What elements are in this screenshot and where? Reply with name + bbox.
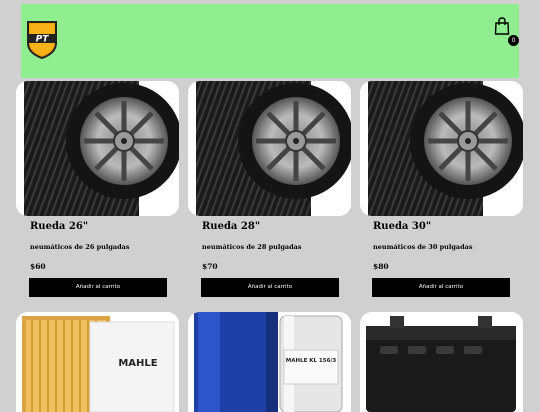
svg-text:MAHLE KL 156/3: MAHLE KL 156/3 xyxy=(286,358,337,364)
product-image-card[interactable]: MAHLE KL 156/3 xyxy=(188,312,351,412)
product-description: neumáticos de 28 pulgadas xyxy=(202,243,302,251)
shopping-bag-icon[interactable] xyxy=(494,17,510,35)
svg-text:MAHLE: MAHLE xyxy=(118,358,157,369)
product-description: neumáticos de 30 pulgadas xyxy=(373,243,473,251)
tire-image xyxy=(188,81,351,216)
product-price: $70 xyxy=(202,262,218,271)
fuel-filter-image: MAHLE KL 156/3 xyxy=(188,312,351,412)
product-name: Rueda 28" xyxy=(202,221,261,232)
add-to-cart-button[interactable]: Añadir al carrito xyxy=(201,278,339,297)
product-price: $60 xyxy=(30,262,46,271)
product-image-card[interactable] xyxy=(16,81,179,216)
cart-count-badge: 0 xyxy=(508,35,519,46)
site-header: PT 0 xyxy=(21,4,519,78)
tire-image xyxy=(360,81,523,216)
product-name: Rueda 26" xyxy=(30,221,89,232)
product-image-card[interactable] xyxy=(360,81,523,216)
brand-logo[interactable]: PT xyxy=(25,17,59,59)
add-to-cart-button[interactable]: Añadir al carrito xyxy=(29,278,167,297)
car-battery-image xyxy=(360,312,523,412)
product-description: neumáticos de 26 pulgadas xyxy=(30,243,130,251)
product-image-card[interactable] xyxy=(360,312,523,412)
tire-image xyxy=(16,81,179,216)
product-price: $80 xyxy=(373,262,389,271)
svg-text:PT: PT xyxy=(36,35,50,45)
product-image-card[interactable] xyxy=(188,81,351,216)
add-to-cart-button[interactable]: Añadir al carrito xyxy=(372,278,510,297)
product-image-card[interactable]: MAHLE xyxy=(16,312,179,412)
product-name: Rueda 30" xyxy=(373,221,432,232)
air-filter-image: MAHLE xyxy=(16,312,179,412)
